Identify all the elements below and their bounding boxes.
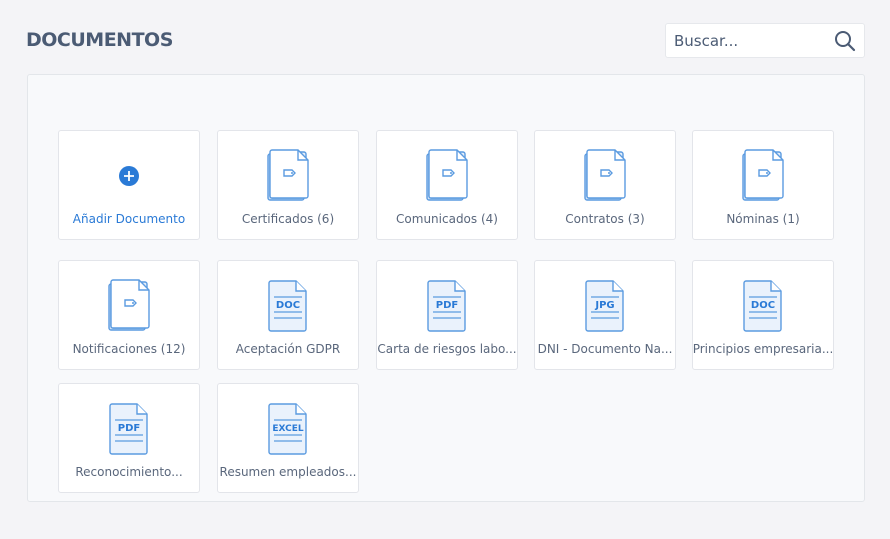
doc-file-icon: DOC [268,279,308,333]
add-document-button[interactable]: Añadir Documento [58,130,200,240]
folder-stack-icon [107,279,151,333]
pdf-file-icon: PDF [109,402,149,456]
svg-text:PDF: PDF [118,423,140,434]
excel-file-icon: EXCEL [268,402,308,456]
card-label: Principios empresaria... [692,342,834,356]
card-label: Comunicados (4) [396,212,498,226]
svg-text:DOC: DOC [276,300,300,311]
folder-card[interactable]: Certificados (6) [217,130,359,240]
folder-card[interactable]: Nóminas (1) [692,130,834,240]
card-label: Añadir Documento [72,212,186,226]
svg-text:PDF: PDF [436,300,458,311]
file-card[interactable]: PDF Carta de riesgos labo... [376,260,518,370]
plus-circle-icon [118,149,140,203]
card-label: Nóminas (1) [726,212,800,226]
folder-card[interactable]: Contratos (3) [534,130,676,240]
folder-stack-icon [425,149,469,203]
folder-card[interactable]: Notificaciones (12) [58,260,200,370]
folder-stack-icon [266,149,310,203]
search-icon[interactable] [834,30,856,52]
file-card[interactable]: DOC Aceptación GDPR [217,260,359,370]
search-box[interactable] [665,23,865,58]
pdf-file-icon: PDF [427,279,467,333]
card-label: Aceptación GDPR [235,342,341,356]
file-card[interactable]: EXCEL Resumen empleados... [217,383,359,493]
file-card[interactable]: DOC Principios empresaria... [692,260,834,370]
folder-stack-icon [583,149,627,203]
svg-text:DOC: DOC [751,300,775,311]
folder-stack-icon [741,149,785,203]
doc-file-icon: DOC [743,279,783,333]
card-label: DNI - Documento Na... [537,342,673,356]
file-card[interactable]: PDF Reconocimiento... [58,383,200,493]
card-label: Reconocimiento... [75,465,183,479]
card-label: Contratos (3) [565,212,645,226]
jpg-file-icon: JPG [585,279,625,333]
search-input[interactable] [674,31,824,50]
svg-text:JPG: JPG [594,300,614,311]
card-label: Resumen empleados... [219,465,357,479]
card-label: Notificaciones (12) [72,342,186,356]
card-label: Carta de riesgos labo... [377,342,517,356]
folder-card[interactable]: Comunicados (4) [376,130,518,240]
page-title: DOCUMENTOS [26,29,173,51]
svg-text:EXCEL: EXCEL [272,424,304,434]
card-label: Certificados (6) [241,212,335,226]
file-card[interactable]: JPG DNI - Documento Na... [534,260,676,370]
